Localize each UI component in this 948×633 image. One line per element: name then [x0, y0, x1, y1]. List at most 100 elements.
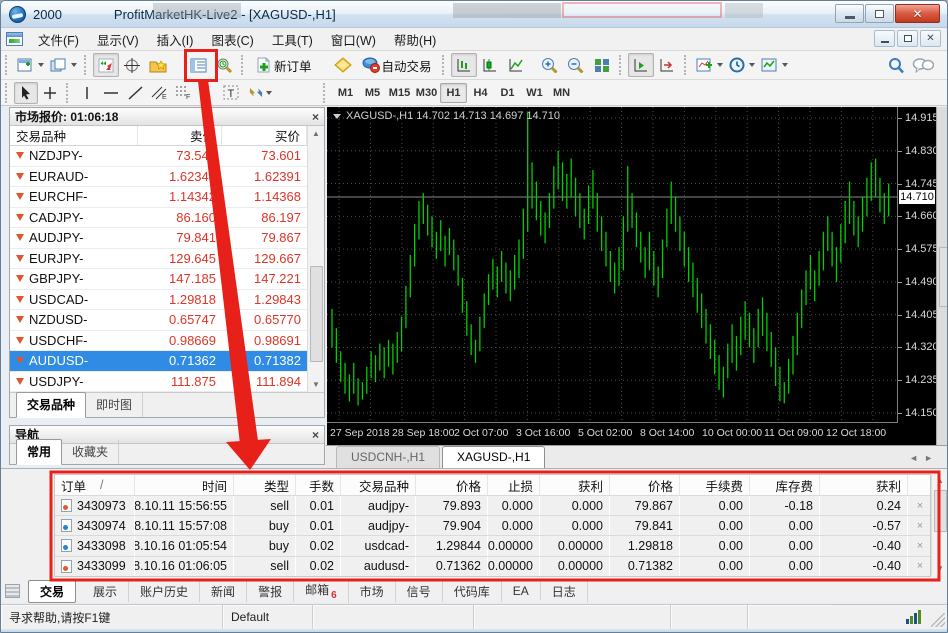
vertical-line-tool-button[interactable]: [75, 82, 99, 104]
templates-button[interactable]: [758, 53, 791, 77]
market-watch-row[interactable]: USDCAD- 1.29818 1.29843: [10, 290, 324, 310]
terminal-tab-交易[interactable]: 交易: [28, 579, 77, 603]
toolbar-drag-handle[interactable]: [84, 55, 89, 75]
market-watch-tab[interactable]: 交易品种: [16, 392, 87, 418]
scrollbar-thumb[interactable]: [934, 490, 947, 532]
period-button-m15[interactable]: M15: [386, 83, 413, 103]
equidistant-channel-tool-button[interactable]: E: [147, 82, 171, 104]
period-button-m5[interactable]: M5: [359, 83, 386, 103]
market-watch-row[interactable]: EURJPY- 129.645 129.667: [10, 249, 324, 269]
terminal-tab-展示[interactable]: 展示: [82, 580, 130, 602]
market-watch-row[interactable]: AUDUSD- 0.71362 0.71382: [10, 351, 324, 372]
period-button-h4[interactable]: H4: [467, 83, 494, 103]
order-row[interactable]: 3433098 2018.10.16 01:05:54 buy 0.02 usdcad-…: [55, 535, 930, 556]
auto-scroll-button[interactable]: [627, 53, 654, 77]
text-label-tool-button[interactable]: T: [219, 82, 243, 104]
orders-column-header[interactable]: 时间: [135, 475, 234, 495]
period-button-w1[interactable]: W1: [521, 83, 548, 103]
navigator-tab[interactable]: 常用: [16, 439, 63, 465]
toolbar-drag-handle[interactable]: [618, 55, 624, 75]
order-row[interactable]: 3430974 2018.10.11 15:57:08 buy 0.01 audjpy-…: [55, 515, 930, 536]
close-button[interactable]: ✕: [895, 4, 940, 23]
orders-scrollbar[interactable]: ▲ ▼: [931, 474, 947, 575]
navigator-close-icon[interactable]: ×: [312, 429, 319, 441]
terminal-tab-市场[interactable]: 市场: [349, 580, 396, 602]
terminal-tab-代码库[interactable]: 代码库: [443, 580, 502, 602]
chevron-down-icon[interactable]: [333, 113, 341, 119]
scrollbar-thumb[interactable]: [939, 247, 947, 307]
period-button-mn[interactable]: MN: [548, 83, 575, 103]
close-order-icon[interactable]: ×: [917, 500, 923, 512]
market-watch-row[interactable]: NZDUSD- 0.65747 0.65770: [10, 310, 324, 331]
scroll-up-icon[interactable]: ▲: [310, 129, 322, 138]
search-button[interactable]: [883, 53, 909, 77]
line-chart-type-button[interactable]: [503, 53, 529, 77]
period-button-m1[interactable]: M1: [332, 83, 359, 103]
orders-column-header[interactable]: 价格: [610, 475, 680, 495]
toolbar-drag-handle[interactable]: [5, 82, 10, 103]
terminal-tab-信号[interactable]: 信号: [396, 580, 443, 602]
tab-left-icon[interactable]: ◄: [909, 453, 924, 463]
scroll-down-icon[interactable]: ▼: [934, 564, 946, 573]
orders-column-header[interactable]: 订单 /: [55, 475, 135, 495]
market-watch-row[interactable]: GBPJPY- 147.185 147.221: [10, 269, 324, 290]
orders-column-header[interactable]: 止损: [488, 475, 540, 495]
market-watch-column-header[interactable]: 卖价: [138, 126, 222, 145]
candlestick-type-button[interactable]: [477, 53, 503, 77]
menu-item-2[interactable]: 显示(V): [88, 27, 148, 52]
indicators-button[interactable]: [693, 53, 726, 77]
menu-item-1[interactable]: 文件(F): [29, 27, 88, 52]
market-watch-row[interactable]: CADJPY- 86.160 86.197: [10, 208, 324, 228]
orders-column-header[interactable]: 手续费: [680, 475, 750, 495]
arrows-tool-button[interactable]: [243, 82, 277, 104]
chart-plot-area[interactable]: [327, 107, 898, 423]
close-order-icon[interactable]: ×: [917, 560, 923, 572]
close-order-icon[interactable]: ×: [917, 540, 923, 552]
zoom-in-button[interactable]: [537, 53, 563, 77]
bar-chart-type-button[interactable]: [450, 53, 477, 77]
chart-tab-xagusd-h1[interactable]: XAGUSD-,H1: [442, 446, 546, 468]
toolbar-drag-handle[interactable]: [441, 55, 447, 75]
orders-column-header[interactable]: 库存费: [750, 475, 820, 495]
market-watch-row[interactable]: EURCHF- 1.14342 1.14368: [10, 187, 324, 208]
toolbar-drag-handle[interactable]: [683, 55, 689, 75]
orders-column-header[interactable]: 交易品种: [341, 475, 416, 495]
market-watch-column-header[interactable]: 买价: [222, 126, 307, 145]
menu-item-3[interactable]: 插入(I): [148, 27, 203, 52]
chart-window-icon[interactable]: [6, 32, 23, 46]
fibonacci-tool-button[interactable]: F: [171, 82, 195, 104]
restore-button[interactable]: [865, 4, 894, 23]
crosshair-tool-button[interactable]: [38, 82, 62, 104]
orders-column-header[interactable]: 获利: [540, 475, 610, 495]
market-watch-tab[interactable]: 即时图: [86, 393, 144, 417]
toolbar-drag-handle[interactable]: [241, 55, 246, 75]
orders-column-header[interactable]: 类型: [234, 475, 296, 495]
chart-tab-scroll-arrows[interactable]: ◄►: [909, 453, 947, 463]
toolbar-drag-handle[interactable]: [5, 55, 10, 75]
navigator-tab[interactable]: 收藏夹: [62, 440, 120, 464]
minimize-button[interactable]: [835, 4, 864, 23]
market-watch-row[interactable]: AUDJPY- 79.841 79.867: [10, 228, 324, 249]
chart-close-button[interactable]: ✕: [920, 30, 941, 47]
toolbar-drag-handle[interactable]: [66, 82, 71, 103]
navigator-button[interactable]: [145, 53, 171, 77]
market-watch-close-icon[interactable]: ×: [312, 111, 319, 123]
autotrading-button[interactable]: 自动交易: [356, 53, 438, 77]
market-watch-row[interactable]: USDJPY- 111.875 111.894: [10, 372, 324, 392]
menu-item-7[interactable]: 帮助(H): [385, 27, 445, 52]
terminal-tab-日志[interactable]: 日志: [541, 580, 588, 602]
market-watch-row[interactable]: NZDJPY- 73.544 73.601: [10, 146, 324, 167]
market-watch-row[interactable]: EURAUD- 1.62343 1.62391: [10, 167, 324, 187]
profiles-button[interactable]: [47, 53, 80, 77]
horizontal-line-tool-button[interactable]: [99, 82, 123, 104]
scroll-down-icon[interactable]: ▼: [310, 380, 322, 389]
menu-item-5[interactable]: 工具(T): [263, 27, 322, 52]
order-row[interactable]: 3430973 2018.10.11 15:56:55 sell 0.01 audjpy…: [55, 495, 930, 516]
chart-vertical-scrollbar[interactable]: [936, 107, 947, 445]
chart-window[interactable]: XAGUSD-,H1 14.702 14.713 14.697 14.710 1…: [327, 107, 939, 445]
terminal-tab-邮箱[interactable]: 邮箱 6: [294, 579, 349, 603]
strategy-tester-button[interactable]: [211, 53, 237, 77]
zoom-out-button[interactable]: [563, 53, 589, 77]
metaeditor-button[interactable]: [330, 53, 356, 77]
market-watch-row[interactable]: USDCHF- 0.98669 0.98691: [10, 331, 324, 351]
